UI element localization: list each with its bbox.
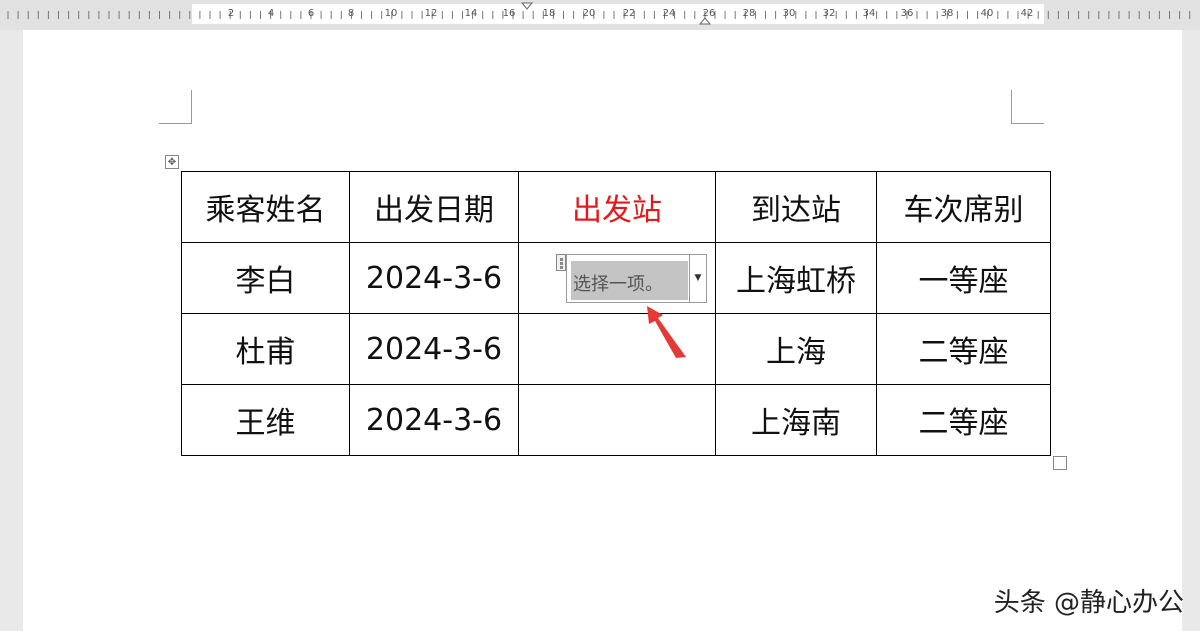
ruler-number: 26 xyxy=(702,8,716,19)
ruler-number: 2 xyxy=(227,8,235,19)
cell-date[interactable]: 2024-3-6 xyxy=(349,242,519,314)
ruler-number: 14 xyxy=(464,8,478,19)
header-depart-station: 出发站 xyxy=(518,171,716,243)
ruler-number: 38 xyxy=(940,8,954,19)
watermark: 头条 @静心办公 xyxy=(993,588,1184,618)
ruler-number: 10 xyxy=(384,8,398,19)
cell-arrive[interactable]: 上海虹桥 xyxy=(715,242,877,314)
cell-arrive[interactable]: 上海南 xyxy=(715,384,877,456)
cell-date[interactable]: 2024-3-6 xyxy=(349,313,519,385)
header-seat-class: 车次席别 xyxy=(876,171,1051,243)
cell-date[interactable]: 2024-3-6 xyxy=(349,384,519,456)
header-depart-date: 出发日期 xyxy=(349,171,519,243)
margin-corner-top-left xyxy=(159,90,192,124)
ruler-number: 24 xyxy=(662,8,676,19)
ruler-number: 16 xyxy=(502,8,516,19)
content-control-placeholder[interactable]: 选择一项。 xyxy=(571,261,688,300)
ruler-number: 34 xyxy=(862,8,876,19)
table-row: 王维 2024-3-6 上海南 二等座 xyxy=(181,384,1051,456)
horizontal-ruler[interactable]: 2 4 6 8 10 12 14 16 18 20 22 24 26 28 30 32 34 36 38 40 42 xyxy=(0,0,1200,30)
ruler-number: 22 xyxy=(622,8,636,19)
cell-name[interactable]: 杜甫 xyxy=(181,313,350,385)
content-control-handle-icon[interactable] xyxy=(556,254,566,271)
cell-seat[interactable]: 二等座 xyxy=(876,384,1051,456)
dropdown-content-control[interactable]: 选择一项。 ▼ xyxy=(556,254,707,303)
margin-corner-top-right xyxy=(1011,90,1044,124)
table-row: 李白 2024-3-6 选择一项。 ▼ 上海虹桥 一等座 xyxy=(181,242,1051,314)
cell-depart[interactable] xyxy=(518,384,716,456)
cell-seat[interactable]: 二等座 xyxy=(876,313,1051,385)
ruler-number: 36 xyxy=(900,8,914,19)
ruler-number: 8 xyxy=(347,8,355,19)
cell-depart[interactable]: 选择一项。 ▼ xyxy=(518,242,716,314)
header-arrive-station: 到达站 xyxy=(715,171,877,243)
ruler-number: 42 xyxy=(1020,8,1034,19)
cell-depart[interactable] xyxy=(518,313,716,385)
ruler-number: 6 xyxy=(307,8,315,19)
header-passenger-name: 乘客姓名 xyxy=(181,171,350,243)
cell-seat[interactable]: 一等座 xyxy=(876,242,1051,314)
ruler-number: 4 xyxy=(267,8,275,19)
indent-marker-icon xyxy=(520,2,534,10)
ruler-number: 12 xyxy=(424,8,438,19)
content-control-box[interactable]: 选择一项。 ▼ xyxy=(566,254,707,303)
cell-arrive[interactable]: 上海 xyxy=(715,313,877,385)
table-resize-handle-icon[interactable] xyxy=(1053,456,1067,470)
ruler-number: 18 xyxy=(542,8,556,19)
cell-name[interactable]: 王维 xyxy=(181,384,350,456)
table-move-handle-icon[interactable]: ✥ xyxy=(165,155,179,169)
chevron-down-icon[interactable]: ▼ xyxy=(689,255,706,302)
table-row: 杜甫 2024-3-6 上海 二等座 xyxy=(181,313,1051,385)
ruler-number: 40 xyxy=(980,8,994,19)
ruler-number: 30 xyxy=(782,8,796,19)
table-header-row: 乘客姓名 出发日期 出发站 到达站 车次席别 xyxy=(181,171,1051,243)
ruler-number: 32 xyxy=(822,8,836,19)
ruler-number: 20 xyxy=(582,8,596,19)
cell-name[interactable]: 李白 xyxy=(181,242,350,314)
ticket-table: 乘客姓名 出发日期 出发站 到达站 车次席别 李白 2024-3-6 选择一项。… xyxy=(181,171,1051,456)
ruler-number: 28 xyxy=(742,8,756,19)
